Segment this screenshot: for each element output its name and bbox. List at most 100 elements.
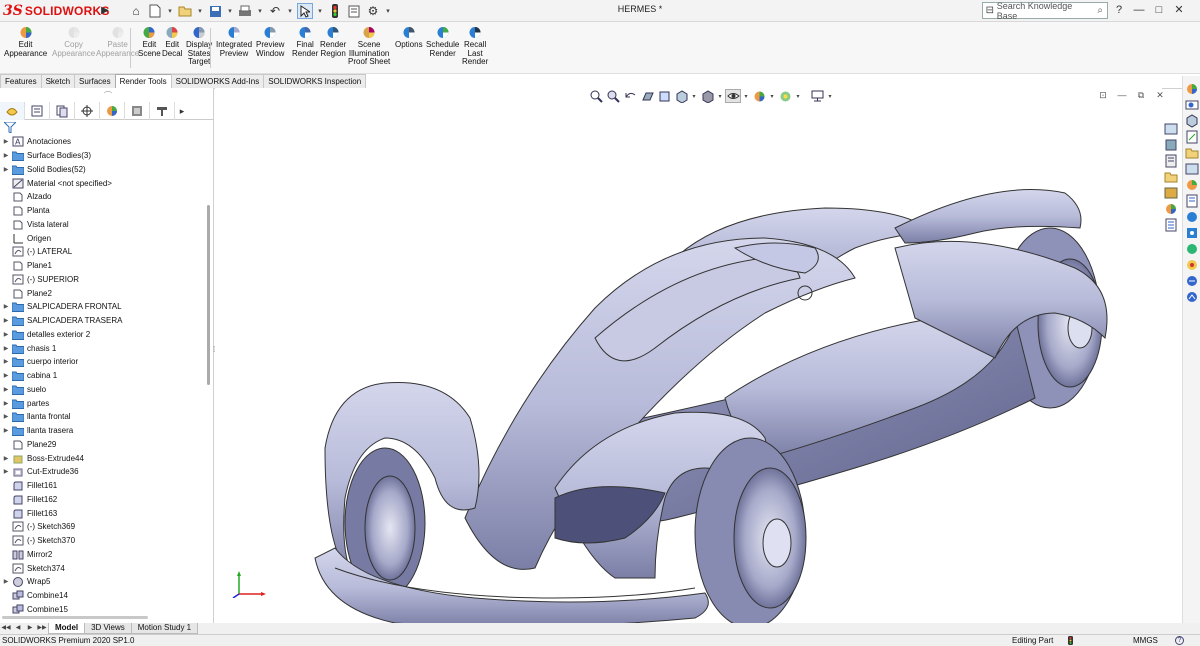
search-knowledge-base[interactable]: ⊟ Search Knowledge Base ⌕ (982, 1, 1108, 21)
tree-item[interactable]: ▶ Solid Bodies(52) (0, 163, 206, 177)
tree-item[interactable]: Combine15 (0, 603, 206, 616)
tree-item[interactable]: Origen (0, 231, 206, 245)
design-library-icon[interactable] (1164, 154, 1179, 168)
search-scope-icon[interactable]: ⊟ (983, 5, 997, 16)
expand-arrow-icon[interactable]: ▶ (0, 578, 12, 585)
tab-model[interactable]: Model (48, 623, 86, 634)
save-icon[interactable] (207, 3, 223, 19)
options-dropdown-icon[interactable]: ▾ (384, 7, 392, 15)
print-dropdown-icon[interactable]: ▾ (256, 7, 264, 15)
hide-show-dropdown-icon[interactable]: ▾ (742, 93, 750, 100)
first-tab-icon[interactable]: ◀◀ (0, 623, 12, 634)
command-integrated-preview[interactable]: Integrated Preview (216, 26, 252, 58)
expand-arrow-icon[interactable]: ▶ (0, 400, 12, 407)
tree-item[interactable]: ▶ A Anotaciones (0, 135, 206, 149)
explorer-pane-icon[interactable] (1185, 146, 1199, 160)
expand-arrow-icon[interactable]: ▶ (0, 358, 12, 365)
select-dropdown-icon[interactable]: ▾ (316, 7, 324, 15)
tree-item[interactable]: Material <not specified> (0, 176, 206, 190)
tree-item[interactable]: ▶ Surface Bodies(3) (0, 149, 206, 163)
filter-icon[interactable] (4, 122, 16, 133)
file-properties-icon[interactable] (346, 3, 362, 19)
tab-render-tools[interactable]: Render Tools (114, 74, 172, 88)
select-cursor-icon[interactable] (297, 3, 313, 19)
tab-features[interactable]: Features (0, 74, 42, 88)
appearance-dropdown-icon[interactable]: ▾ (768, 93, 776, 100)
design-checker-icon[interactable] (1185, 274, 1199, 288)
custom-properties-pane-icon[interactable] (1185, 194, 1199, 208)
tree-item[interactable]: Combine14 (0, 589, 206, 603)
panel-grip-icon[interactable]: ⌒ (104, 90, 112, 101)
tree-item[interactable]: ▶ SALPICADERA FRONTAL (0, 300, 206, 314)
tree-item[interactable]: Mirror2 (0, 548, 206, 562)
options-gear-icon[interactable]: ⚙ (365, 3, 381, 19)
search-input[interactable]: Search Knowledge Base (997, 1, 1094, 21)
tree-item[interactable]: (-) Sketch369 (0, 520, 206, 534)
decals-icon[interactable] (1164, 186, 1179, 200)
dynamic-annotation-icon[interactable] (656, 89, 672, 103)
zoom-to-area-icon[interactable] (605, 89, 621, 103)
expand-arrow-icon[interactable]: ▶ (0, 372, 12, 379)
expand-arrow-icon[interactable]: ▶ (0, 331, 12, 338)
tree-item[interactable]: ▶ suelo (0, 383, 206, 397)
feature-manager-tab-icon[interactable] (0, 102, 25, 120)
tree-item[interactable]: ▶ Boss-Extrude44 (0, 451, 206, 465)
graphics-area[interactable]: ▾ ▾ ▾ ▾ ▾ ▾ ⊡ — ⧉ ✕ (215, 88, 1164, 628)
menu-expand-arrow-icon[interactable]: ▶ (98, 3, 112, 19)
open-folder-icon[interactable] (177, 3, 193, 19)
tree-item[interactable]: Vista lateral (0, 218, 206, 232)
view-settings-monitor-icon[interactable] (809, 89, 825, 103)
expand-arrow-icon[interactable]: ▶ (0, 317, 12, 324)
tree-item[interactable]: ▶ Cut-Extrude36 (0, 465, 206, 479)
command-display-states-target[interactable]: Display States Target (186, 26, 212, 67)
rebuild-status-icon[interactable] (1066, 636, 1075, 645)
open-dropdown-icon[interactable]: ▾ (196, 7, 204, 15)
tree-item[interactable]: ▶ llanta trasera (0, 424, 206, 438)
appearances-tab-icon[interactable] (1164, 138, 1179, 152)
command-recall-last-render[interactable]: Recall Last Render (462, 26, 488, 67)
prev-tab-icon[interactable]: ◀ (12, 623, 24, 634)
display-style-dropdown-icon[interactable]: ▾ (716, 93, 724, 100)
design-library-pane-icon[interactable] (1185, 114, 1199, 128)
view-settings-dropdown-icon[interactable]: ▾ (826, 93, 834, 100)
new-document-icon[interactable] (147, 3, 163, 19)
previous-view-icon[interactable] (622, 89, 638, 103)
appearances-scenes-decals-icon[interactable] (1185, 178, 1199, 192)
command-edit-scene[interactable]: Edit Scene (138, 26, 161, 58)
zoom-to-fit-icon[interactable] (588, 89, 604, 103)
tree-item[interactable]: Fillet163 (0, 506, 206, 520)
viewport-tile-icon[interactable]: ⧉ (1135, 89, 1147, 101)
new-dropdown-icon[interactable]: ▾ (166, 7, 174, 15)
scene-dropdown-icon[interactable]: ▾ (794, 93, 802, 100)
edit-appearance-view-icon[interactable] (751, 89, 767, 103)
tree-item[interactable]: ▶ Wrap5 (0, 575, 206, 589)
view-palette-pane-icon[interactable] (1185, 162, 1199, 176)
tree-item[interactable]: Fillet162 (0, 493, 206, 507)
tree-item[interactable]: Plane29 (0, 438, 206, 452)
expand-arrow-icon[interactable]: ▶ (0, 138, 12, 145)
hide-show-items-icon[interactable] (725, 89, 741, 103)
tree-item[interactable]: Planta (0, 204, 206, 218)
tree-item[interactable]: ▶ SALPICADERA TRASERA (0, 314, 206, 328)
search-icon[interactable]: ⌕ (1093, 5, 1107, 16)
command-options[interactable]: Options (395, 26, 423, 50)
rebuild-traffic-light-icon[interactable] (327, 3, 343, 19)
help-icon[interactable]: ? (1112, 3, 1126, 17)
3dexperience-icon[interactable] (1185, 258, 1199, 272)
close-button[interactable]: ✕ (1172, 3, 1186, 17)
tree-vertical-scrollbar[interactable] (206, 135, 212, 615)
minimize-button[interactable]: — (1132, 3, 1146, 17)
tab-solidworks-add-ins[interactable]: SOLIDWORKS Add-Ins (170, 74, 265, 88)
expand-arrow-icon[interactable]: ▶ (0, 455, 12, 462)
tree-item[interactable]: (-) LATERAL (0, 245, 206, 259)
tab-sketch[interactable]: Sketch (40, 74, 76, 88)
undo-icon[interactable]: ↶ (267, 3, 283, 19)
car-model-render[interactable] (295, 138, 1195, 628)
mysolidworks-icon[interactable] (1185, 226, 1199, 240)
maximize-button[interactable]: □ (1152, 3, 1166, 17)
view-palette-icon[interactable] (1164, 122, 1179, 136)
tab-surfaces[interactable]: Surfaces (74, 74, 116, 88)
tab-motion-study[interactable]: Motion Study 1 (130, 623, 199, 634)
next-tab-icon[interactable]: ▶ (24, 623, 36, 634)
viewport-minimize-icon[interactable]: — (1116, 89, 1128, 101)
